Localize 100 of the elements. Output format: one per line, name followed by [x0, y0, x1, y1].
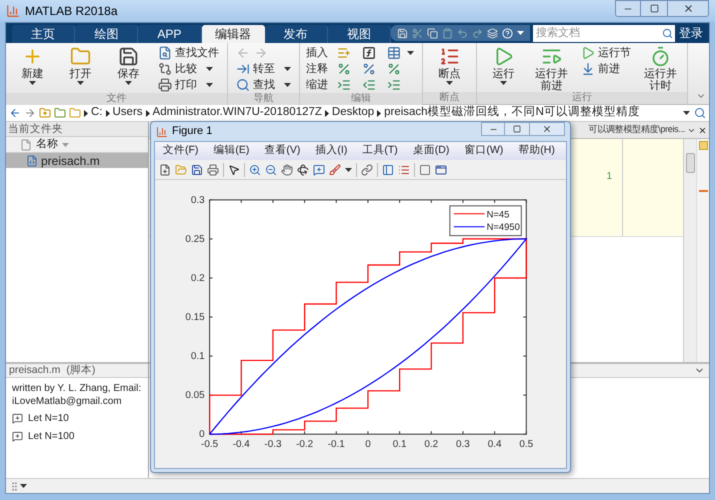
- zoom-in-icon: [249, 164, 261, 176]
- ribbon-button[interactable]: 运行并前进: [531, 45, 572, 92]
- advance-icon: [581, 62, 595, 76]
- close-button[interactable]: [529, 122, 565, 136]
- ribbon-button[interactable]: 打印: [156, 77, 221, 93]
- y-tick-label: 0.25: [185, 234, 205, 245]
- caret-icon: [407, 51, 414, 55]
- percent-icon: [387, 62, 401, 76]
- play-icon: [581, 46, 595, 60]
- search-icon: [236, 78, 250, 92]
- folder-up-icon: [39, 107, 51, 119]
- ribbon-button[interactable]: 查找文件: [156, 45, 221, 61]
- window-switch-icon: [487, 28, 498, 38]
- compare-icon: [158, 62, 172, 76]
- rotate-icon: [297, 164, 309, 176]
- ribbon-button[interactable]: 转至: [234, 61, 293, 77]
- group-label: 运行: [477, 92, 687, 104]
- maximize-button[interactable]: [505, 122, 529, 136]
- figure-logo-icon: [156, 126, 168, 138]
- ribbon-icon-button[interactable]: [360, 45, 378, 61]
- caret-icon: [284, 83, 291, 87]
- ribbon-tab[interactable]: 主页: [12, 25, 76, 43]
- code-line-number: 1: [606, 170, 612, 184]
- percent-icon: [362, 62, 376, 76]
- file-icon: [20, 138, 32, 150]
- column-header[interactable]: 名称: [6, 136, 148, 153]
- app-logo-icon: [6, 4, 20, 18]
- y-tick-label: 0: [199, 429, 205, 440]
- path-segment[interactable]: preisach模型磁滞回线，不同N可以调整模型精度: [384, 104, 640, 122]
- maximize-icon: [513, 125, 521, 133]
- back-arrow-icon: [9, 107, 21, 119]
- breadcrumb-arrow-icon: [146, 110, 150, 116]
- caret-icon: [345, 168, 352, 172]
- ribbon-button[interactable]: 运行节: [579, 45, 633, 61]
- hand-icon: [281, 164, 293, 176]
- save-icon: [191, 164, 203, 176]
- cut-icon: [412, 28, 423, 38]
- function-icon: [362, 46, 376, 60]
- menu-item[interactable]: 帮助(H): [518, 143, 555, 159]
- menu-item[interactable]: 插入(I): [315, 143, 348, 159]
- ribbon-tab[interactable]: 视图: [328, 25, 391, 43]
- legend-line: [453, 213, 486, 214]
- login-link[interactable]: 登录: [679, 24, 709, 42]
- search-field[interactable]: 搜索文档: [533, 24, 659, 42]
- ribbon-button[interactable]: 运行: [483, 45, 524, 85]
- menu-item[interactable]: 编辑(E): [213, 143, 250, 159]
- menu-item[interactable]: 文件(F): [163, 143, 198, 159]
- ribbon-icon-button[interactable]: [385, 45, 416, 61]
- window-icon: [435, 164, 447, 176]
- path-segment[interactable]: C:: [91, 104, 102, 122]
- ribbon-tab[interactable]: APP: [138, 25, 202, 43]
- editor-tab-title[interactable]: 可以调整模型精度\preis...: [588, 123, 685, 137]
- path-segment[interactable]: Users: [112, 104, 143, 122]
- menu-item[interactable]: 窗口(W): [464, 143, 504, 159]
- ribbon-button[interactable]: 前进: [579, 61, 633, 77]
- x-tick-label: -0.4: [232, 439, 250, 450]
- close-button[interactable]: [667, 0, 709, 17]
- group-label: 编辑: [300, 93, 422, 105]
- menu-item[interactable]: 工具(T): [362, 143, 398, 159]
- x-tick-label: -0.3: [264, 439, 282, 450]
- menu-item[interactable]: 查看(V): [264, 143, 300, 159]
- search-icon: [694, 107, 706, 119]
- ribbon-button[interactable]: 运行并计时: [640, 45, 681, 92]
- x-tick-label: 0.1: [392, 439, 406, 450]
- ribbon-button[interactable]: 断点: [429, 45, 470, 85]
- data-tip-icon: [313, 164, 325, 176]
- legend-label: N=45: [486, 208, 510, 220]
- insert-section-icon: [337, 46, 351, 60]
- file-row[interactable]: preisach.m: [6, 153, 148, 168]
- y-tick-label: 0.05: [185, 390, 205, 402]
- ribbon-tab[interactable]: 绘图: [75, 25, 138, 43]
- scrollbar[interactable]: [683, 139, 696, 362]
- y-tick-label: 0.2: [190, 272, 205, 284]
- maximize-button[interactable]: [641, 0, 667, 17]
- ribbon-button[interactable]: 新建: [12, 45, 53, 85]
- x-tick-label: -0.5: [201, 439, 218, 450]
- maximize-icon: [650, 4, 658, 13]
- caret-icon: [517, 31, 524, 35]
- details-file-name: preisach.m: [9, 362, 60, 378]
- x-tick-label: -0.1: [328, 439, 345, 450]
- path-segment[interactable]: Desktop: [332, 104, 374, 122]
- pointer-icon: [228, 164, 240, 176]
- path-segment[interactable]: Administrator.WIN7U-20180127Z: [152, 104, 322, 122]
- caret-icon: [500, 81, 507, 85]
- ribbon-button[interactable]: 打开: [60, 45, 101, 85]
- ribbon-button[interactable]: 保存: [108, 45, 149, 85]
- ribbon-tab[interactable]: 发布: [264, 25, 328, 43]
- search-icon: [662, 28, 672, 38]
- breadcrumb-arrow-icon: [324, 110, 329, 116]
- menu-item[interactable]: 桌面(D): [412, 143, 450, 159]
- ribbon-button[interactable]: 查找: [234, 77, 293, 93]
- timer-icon: [650, 46, 671, 67]
- caret-icon: [77, 81, 84, 85]
- indent-icon: [337, 78, 351, 92]
- section-title: Let N=10: [28, 412, 69, 426]
- breakpoint-list-icon: [439, 46, 460, 67]
- ribbon-tab[interactable]: 编辑器: [202, 25, 265, 43]
- group-label: 断点: [423, 92, 476, 104]
- ribbon-button[interactable]: 比较: [156, 61, 221, 77]
- colorbar-icon: [382, 164, 394, 176]
